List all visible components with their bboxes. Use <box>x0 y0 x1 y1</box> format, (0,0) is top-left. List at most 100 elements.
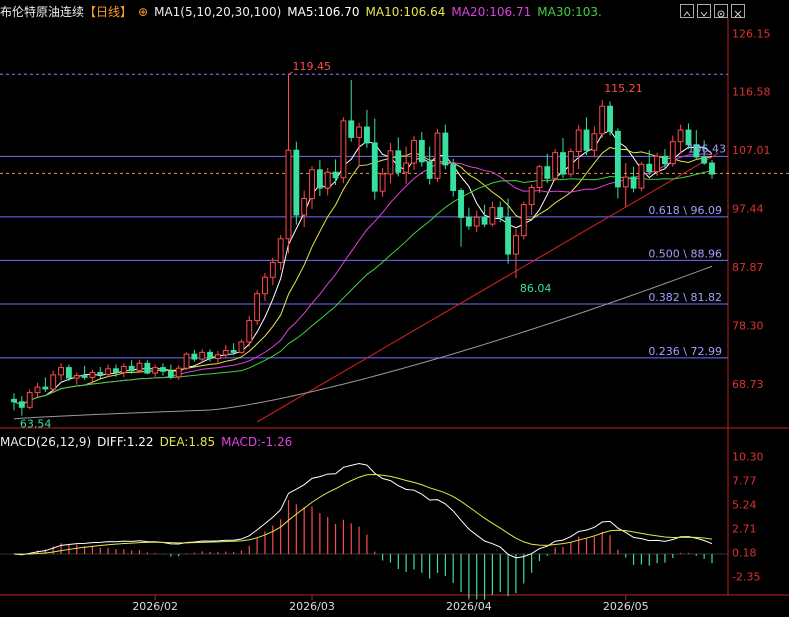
fib-level-label: 0.382 \ 81.82 <box>648 291 722 304</box>
candle-body <box>473 216 480 227</box>
candle-body <box>324 171 331 189</box>
macd-axis-label: 0.18 <box>732 546 757 559</box>
candle-body <box>442 132 449 166</box>
candle-body <box>199 351 206 360</box>
ma5-line <box>13 129 713 406</box>
start-low-annotation: 63.54 <box>20 418 52 431</box>
candle-body <box>348 120 355 138</box>
price-axis-label: 107.01 <box>732 144 771 157</box>
instrument-name: 布伦特原油连续 <box>0 5 85 19</box>
price-axis-label: 116.58 <box>732 86 771 99</box>
candle-body <box>356 126 363 138</box>
ma10-line <box>13 146 713 406</box>
high-annotation: 119.45 <box>292 60 331 73</box>
candle-body <box>42 386 49 390</box>
candle-body <box>528 186 535 206</box>
candle-body <box>81 375 88 378</box>
trend-line <box>256 152 719 423</box>
peak-annotation: 115.21 <box>604 82 643 95</box>
macd-axis-label: -2.35 <box>732 570 760 583</box>
last-ma-annotation: 106.43 <box>688 143 727 156</box>
candle-body <box>309 169 315 199</box>
candle-body <box>269 262 276 278</box>
candle-body <box>262 276 268 295</box>
candle-body <box>567 150 574 175</box>
candle-body <box>113 368 119 373</box>
chart-canvas[interactable]: 126.15 116.58 107.01 97.44 87.87 78.30 68.73 10… <box>0 0 789 617</box>
price-axis-label: 68.73 <box>732 378 764 391</box>
time-axis-label: 2026/03 <box>289 600 335 613</box>
candle-body <box>379 173 386 192</box>
macd-dea-line <box>13 473 713 555</box>
candle-body <box>520 204 527 237</box>
candle-body <box>701 156 708 164</box>
ma5-value: MA5:106.70 <box>287 5 360 19</box>
candle-body <box>128 365 135 372</box>
candle-body <box>136 362 143 372</box>
ma20-line <box>13 153 713 406</box>
macd-axis-label: 10.30 <box>732 451 764 464</box>
candle-body <box>646 163 653 173</box>
fib-level-label: 0.618 \ 96.09 <box>648 204 722 217</box>
macd-params[interactable]: MACD(26,12,9) <box>0 435 91 449</box>
candle-body <box>230 350 237 353</box>
candle-body <box>560 152 566 175</box>
close-icon[interactable] <box>731 4 745 18</box>
price-axis-label: 87.87 <box>732 261 764 274</box>
candle-body <box>301 197 308 216</box>
candle-body <box>73 375 80 379</box>
gear-icon[interactable] <box>714 4 728 18</box>
candle-body <box>89 371 96 378</box>
candle-body <box>654 155 661 173</box>
ma100-line <box>13 265 713 420</box>
price-axis-label: 97.44 <box>732 203 764 216</box>
chevron-up-icon[interactable] <box>680 4 694 18</box>
candle-body <box>465 216 472 227</box>
candle-body <box>58 367 64 376</box>
macd-axis-label: 5.24 <box>732 498 757 511</box>
candle-body <box>591 133 598 151</box>
candle-body <box>144 362 151 374</box>
candle-body <box>316 169 323 189</box>
candle-body <box>497 207 504 218</box>
candle-body <box>160 367 166 372</box>
chevron-down-icon[interactable] <box>697 4 711 18</box>
candle-body <box>175 367 182 378</box>
candle-body <box>709 162 715 175</box>
ma-params[interactable]: MA1(5,10,20,30,100) <box>154 5 281 19</box>
candle-body <box>505 216 512 255</box>
candle-body <box>544 166 551 179</box>
candle-body <box>638 163 645 189</box>
candle-body <box>277 238 284 264</box>
time-axis-label: 2026/02 <box>132 600 178 613</box>
candle-body <box>207 351 213 359</box>
candle-body <box>105 368 112 375</box>
candle-body <box>293 149 300 216</box>
candle-body <box>403 162 410 173</box>
macd-dea: DEA:1.85 <box>159 435 216 449</box>
candle-body <box>152 367 159 374</box>
fib-level-label: 0.500 \ 88.96 <box>648 247 722 260</box>
period-label[interactable]: 【日线】 <box>84 5 132 19</box>
candle-body <box>614 130 621 188</box>
candle-body <box>418 139 425 163</box>
candle-body <box>246 320 253 343</box>
candle-body <box>607 105 613 132</box>
candle-body <box>450 164 457 192</box>
price-axis-label: 126.15 <box>732 27 771 40</box>
candle-body <box>536 166 543 188</box>
candle-body <box>97 371 104 375</box>
macd-axis-label: 2.71 <box>732 522 757 535</box>
candle-body <box>363 126 370 144</box>
target-icon[interactable]: ⊕ <box>138 5 148 19</box>
candle-body <box>183 353 190 369</box>
candle-body <box>489 207 496 225</box>
candle-body <box>426 161 433 179</box>
candle-body <box>167 370 174 378</box>
candle-body <box>11 398 17 403</box>
low-annotation: 86.04 <box>520 282 552 295</box>
ma20-value: MA20:106.71 <box>451 5 532 19</box>
time-axis-label: 2026/05 <box>603 600 649 613</box>
candle-body <box>65 367 72 379</box>
candle-body <box>332 171 339 179</box>
